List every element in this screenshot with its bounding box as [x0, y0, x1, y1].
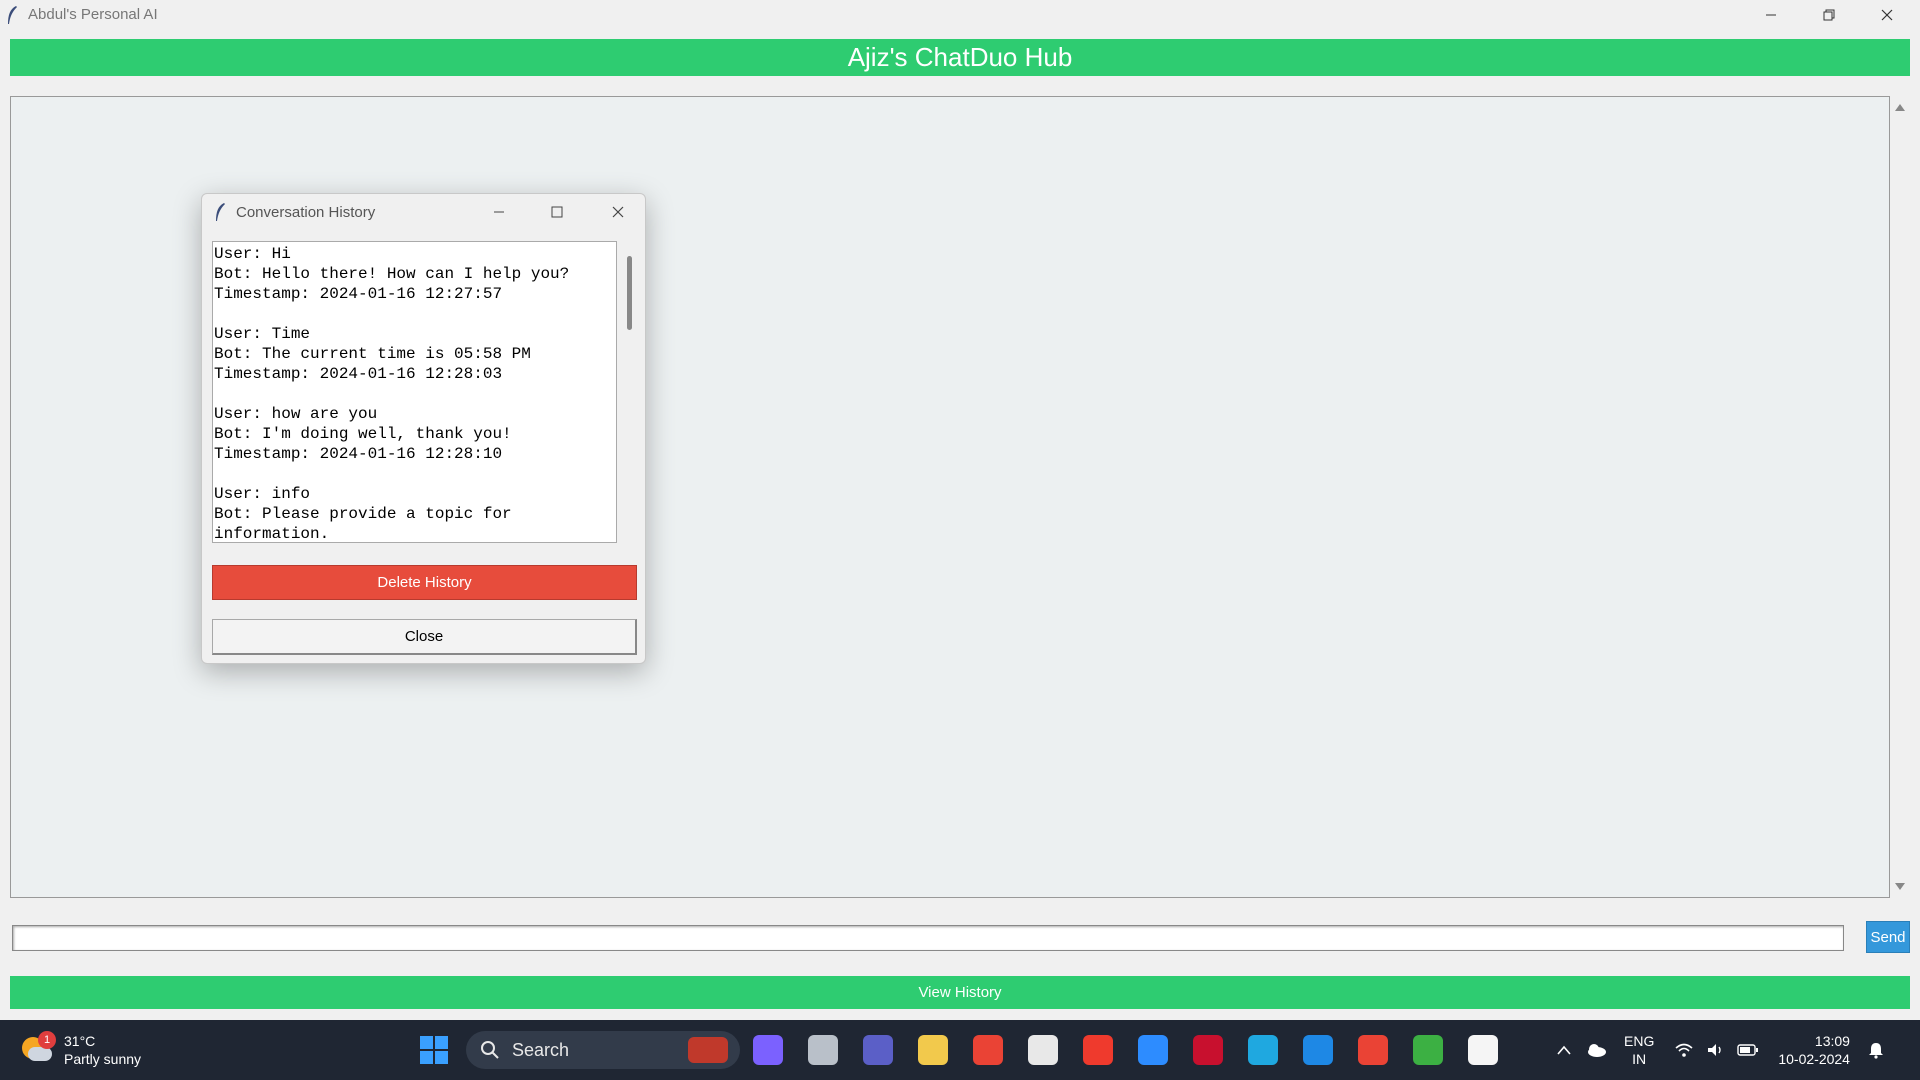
- edge-icon-shape: [1247, 1035, 1278, 1065]
- anydesk-icon[interactable]: [1070, 1028, 1125, 1072]
- conversation-history-dialog: Conversation History User: Hi Bot: Hello…: [201, 193, 646, 664]
- minimize-icon: [494, 211, 504, 213]
- input-language[interactable]: ENG IN: [1624, 1032, 1654, 1068]
- chrome-profile-icon-shape: [1357, 1035, 1388, 1065]
- history-text: User: Hi Bot: Hello there! How can I hel…: [214, 245, 570, 543]
- weather-temp: 31°C: [64, 1033, 96, 1049]
- maximize-icon: [551, 206, 563, 218]
- teams-icon-shape: [862, 1035, 893, 1065]
- search-icon: [481, 1041, 499, 1059]
- clock-time: 13:09: [1814, 1033, 1850, 1049]
- clock-date: 10-02-2024: [1778, 1051, 1850, 1067]
- loading-app-icon[interactable]: [1400, 1028, 1455, 1072]
- wifi-icon[interactable]: [1668, 1035, 1700, 1065]
- task-view-icon[interactable]: [795, 1028, 850, 1072]
- windows-start-icon[interactable]: [412, 1028, 456, 1072]
- system-clock[interactable]: 13:09 10-02-2024: [1778, 1032, 1850, 1068]
- message-input[interactable]: [12, 925, 1844, 951]
- scrollbar-thumb[interactable]: [627, 256, 632, 330]
- weather-widget[interactable]: 1 31°C Partly sunny: [20, 1028, 141, 1072]
- restore-icon: [1823, 9, 1835, 21]
- taskbar-search[interactable]: Search: [466, 1031, 740, 1069]
- partly-sunny-icon: 1: [20, 1031, 56, 1067]
- feather-icon: [216, 203, 225, 221]
- restore-button[interactable]: [1800, 0, 1858, 30]
- app-header-banner: Ajiz's ChatDuo Hub: [10, 39, 1910, 76]
- notification-bell-icon[interactable]: [1860, 1035, 1892, 1065]
- minimize-button[interactable]: [1742, 0, 1800, 30]
- dialog-close-x-button[interactable]: [590, 194, 645, 230]
- battery-icon[interactable]: [1732, 1035, 1764, 1065]
- close-dialog-button[interactable]: Close: [212, 619, 637, 655]
- teams-icon[interactable]: [850, 1028, 905, 1072]
- taskbar-apps: Search: [412, 1028, 1510, 1072]
- copilot-icon-shape: [752, 1035, 783, 1065]
- scroll-up-arrow-icon[interactable]: [1895, 104, 1905, 111]
- lang-line2: IN: [1632, 1051, 1647, 1067]
- system-tray: ENG IN 13:09 10-02-2024: [1548, 1028, 1892, 1072]
- scroll-down-arrow-icon[interactable]: [1895, 883, 1905, 890]
- view-history-button[interactable]: View History: [10, 976, 1910, 1009]
- taskbar: 1 31°C Partly sunny Search ENG IN 13:09 …: [0, 1020, 1920, 1080]
- close-window-button[interactable]: [1858, 0, 1916, 30]
- get-help-icon-shape: [1137, 1035, 1168, 1065]
- chrome-icon-shape: [972, 1035, 1003, 1065]
- notepad-icon-shape: [1467, 1035, 1498, 1065]
- microsoft-store-icon-shape: [1027, 1035, 1058, 1065]
- send-button[interactable]: Send: [1866, 921, 1910, 953]
- vscode-icon-shape: [1302, 1035, 1333, 1065]
- window-title: Abdul's Personal AI: [28, 6, 158, 23]
- chrome-profile-icon[interactable]: [1345, 1028, 1400, 1072]
- dialog-titlebar[interactable]: Conversation History: [202, 194, 645, 230]
- task-view-icon-shape: [807, 1035, 838, 1065]
- close-icon: [1881, 9, 1893, 21]
- vscode-icon[interactable]: [1290, 1028, 1345, 1072]
- chat-scrollbar[interactable]: [1890, 96, 1910, 898]
- app-header-title: Ajiz's ChatDuo Hub: [847, 42, 1073, 72]
- dialog-minimize-button[interactable]: [471, 194, 527, 230]
- notepad-icon[interactable]: [1455, 1028, 1510, 1072]
- anydesk-icon-shape: [1082, 1035, 1113, 1065]
- search-highlight-icon: [688, 1037, 728, 1063]
- notification-badge: 1: [38, 1031, 56, 1049]
- copilot-icon[interactable]: [740, 1028, 795, 1072]
- mcafee-icon[interactable]: [1180, 1028, 1235, 1072]
- get-help-icon[interactable]: [1125, 1028, 1180, 1072]
- file-explorer-icon-shape: [917, 1035, 948, 1065]
- search-label: Search: [512, 1039, 570, 1060]
- onedrive-cloud-icon[interactable]: [1580, 1035, 1612, 1065]
- microsoft-store-icon[interactable]: [1015, 1028, 1070, 1072]
- history-scrollbar[interactable]: [622, 241, 638, 543]
- history-text-box[interactable]: User: Hi Bot: Hello there! How can I hel…: [212, 241, 617, 543]
- loading-app-icon-shape: [1412, 1035, 1443, 1065]
- feather-icon: [8, 6, 17, 24]
- close-icon: [612, 206, 624, 218]
- edge-icon[interactable]: [1235, 1028, 1290, 1072]
- weather-condition: Partly sunny: [64, 1051, 142, 1067]
- volume-icon[interactable]: [1700, 1035, 1732, 1065]
- lang-line1: ENG: [1624, 1033, 1655, 1049]
- minimize-icon: [1766, 14, 1776, 16]
- dialog-title: Conversation History: [236, 204, 376, 221]
- dialog-maximize-button[interactable]: [529, 194, 585, 230]
- chrome-icon[interactable]: [960, 1028, 1015, 1072]
- delete-history-button[interactable]: Delete History: [212, 565, 637, 600]
- file-explorer-icon[interactable]: [905, 1028, 960, 1072]
- mcafee-icon-shape: [1192, 1035, 1223, 1065]
- main-titlebar: Abdul's Personal AI: [0, 0, 1920, 30]
- chevron-up-icon[interactable]: [1548, 1035, 1580, 1065]
